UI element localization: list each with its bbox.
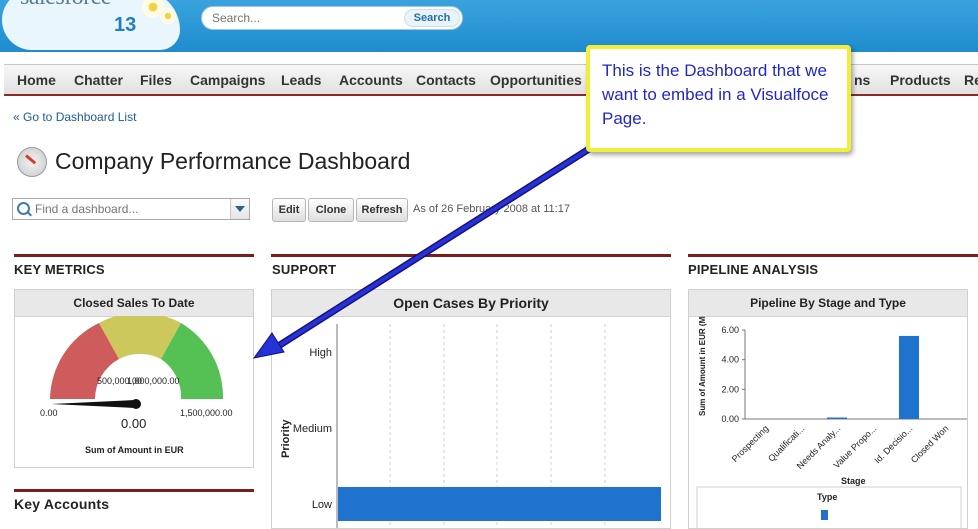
pipeline-chart: Sum of Amount in EUR (Millions) Stage Ty… xyxy=(696,316,967,528)
column-rule xyxy=(688,254,978,257)
salesforce-logo[interactable]: salesforce 13 xyxy=(2,0,180,50)
gauge-chart: 500,000.00 1,000,000.00 0.00 1,500,000.0… xyxy=(40,316,233,455)
tab-opportunities[interactable]: Opportunities xyxy=(490,72,582,88)
tab-leads[interactable]: Leads xyxy=(281,72,321,88)
y-tick-label: 2.00 xyxy=(721,384,739,394)
category-label: High xyxy=(309,347,332,359)
gauge-footer: Sum of Amount in EUR xyxy=(85,445,184,455)
tab-contacts[interactable]: Contacts xyxy=(416,72,476,88)
legend-swatch xyxy=(821,510,828,520)
dashboard-finder xyxy=(12,198,250,220)
tab-reports[interactable]: Re xyxy=(964,72,978,88)
gauge-needle xyxy=(51,400,135,408)
y-tick-label: 4.00 xyxy=(721,355,739,365)
open-cases-chart: Priority High Medium Low xyxy=(280,324,661,528)
gauge-component[interactable]: Closed Sales To Date 500,000.00 1,000,00… xyxy=(14,289,254,468)
open-cases-component[interactable]: Open Cases By Priority Priority High Medi… xyxy=(271,289,671,529)
logo-text: salesforce xyxy=(20,0,111,11)
bar xyxy=(827,417,847,419)
gauge-value-label: 0.00 xyxy=(121,416,146,431)
callout-text: This is the Dashboard that we want to em… xyxy=(602,61,829,128)
annotation-callout: This is the Dashboard that we want to em… xyxy=(586,45,851,152)
refresh-button[interactable]: Refresh xyxy=(356,198,408,222)
category-label: Prospecting xyxy=(730,423,771,464)
bar xyxy=(899,335,919,419)
column-rule xyxy=(14,254,254,257)
tab-files[interactable]: Files xyxy=(140,72,172,88)
category-label: Low xyxy=(312,499,332,511)
tab-products[interactable]: Products xyxy=(890,72,951,88)
y-tick-label: 6.00 xyxy=(721,325,739,335)
support-heading: SUPPORT xyxy=(272,262,337,277)
search-input[interactable] xyxy=(212,10,397,26)
category-label: Medium xyxy=(293,423,332,435)
page-title: Company Performance Dashboard xyxy=(55,148,411,174)
key-accounts-heading: Key Accounts xyxy=(14,496,110,512)
chevron-down-icon[interactable] xyxy=(230,199,249,219)
pipeline-y-axis-label: Sum of Amount in EUR (Millions) xyxy=(698,316,707,416)
gauge-title: Closed Sales To Date xyxy=(15,290,253,317)
pipeline-component[interactable]: Pipeline By Stage and Type Sum of Amount… xyxy=(688,289,968,529)
pipeline-x-axis-label: Stage xyxy=(841,476,866,486)
tab-chatter[interactable]: Chatter xyxy=(74,72,123,88)
pipeline-heading: PIPELINE ANALYSIS xyxy=(688,262,819,277)
category-label: Id. Decisio... xyxy=(872,423,914,465)
gauge-mid2-label: 1,000,000.00 xyxy=(127,376,180,386)
gauge-min-label: 0.00 xyxy=(40,408,58,418)
bar xyxy=(338,487,661,521)
tab-home[interactable]: Home xyxy=(17,72,56,88)
clone-button[interactable]: Clone xyxy=(308,198,354,222)
y-tick-label: 0.00 xyxy=(721,414,739,424)
tab-campaigns[interactable]: Campaigns xyxy=(190,72,265,88)
as-of-timestamp: As of 26 February 2008 at 11:17 xyxy=(413,203,570,215)
column-rule xyxy=(271,254,671,257)
back-to-dashboard-list-link[interactable]: « Go to Dashboard List xyxy=(13,110,136,124)
y-axis-label: Priority xyxy=(280,419,292,458)
tab-partial[interactable]: ns xyxy=(854,72,870,88)
flower-icon xyxy=(160,8,176,24)
edit-button[interactable]: Edit xyxy=(272,198,306,222)
search-button[interactable]: Search xyxy=(404,9,460,27)
column-rule xyxy=(14,489,254,492)
gauge-hub xyxy=(131,399,141,409)
tab-accounts[interactable]: Accounts xyxy=(339,72,403,88)
gauge-max-label: 1,500,000.00 xyxy=(180,408,233,418)
key-metrics-heading: KEY METRICS xyxy=(14,262,105,277)
dashboard-icon xyxy=(17,147,47,177)
legend-title: Type xyxy=(817,492,837,502)
find-dashboard-input[interactable] xyxy=(35,202,215,216)
logo-version: 13 xyxy=(114,14,137,36)
global-search: Search xyxy=(201,6,463,30)
open-cases-title: Open Cases By Priority xyxy=(272,290,670,317)
pipeline-title: Pipeline By Stage and Type xyxy=(689,290,967,317)
category-label: Closed Won xyxy=(909,423,951,465)
